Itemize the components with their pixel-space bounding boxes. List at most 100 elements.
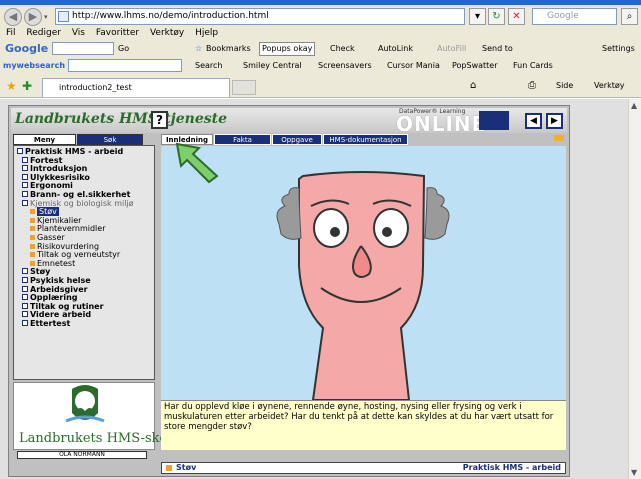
address-bar[interactable]: http://www.lhms.no/demo/introduction.htm… [55,8,465,25]
tab-oppgave[interactable]: Oppgave [272,134,322,145]
menu-edit[interactable]: Rediger [26,28,61,38]
back-button[interactable]: ◀ [4,8,22,26]
address-dropdown-icon[interactable]: ▾ [469,8,486,25]
menu-bar: Fil Rediger Vis Favoritter Verktøy Hjelp [0,27,641,40]
next-arrow-button[interactable]: ▶ [546,113,563,129]
expand-box-icon [22,294,28,301]
help-button[interactable]: ? [151,111,168,129]
expand-box-icon [17,148,23,154]
browser-tab-title: introduction2_test [59,83,132,92]
send-to-button[interactable]: Send to [482,40,513,58]
expand-box-icon [22,199,28,206]
tab-meny[interactable]: Meny [13,134,76,145]
browser-tab[interactable]: introduction2_test [42,78,230,97]
school-name: Landbrukets HMS-skole [19,431,180,446]
course-menu: Praktisk HMS - arbeid Fortest Introduksjon… [13,145,155,380]
menu-item-label: Ettertest [30,318,71,328]
tab-fakta[interactable]: Fakta [214,134,271,145]
expand-box-icon [22,302,28,309]
tab-hms-dokumentasjon[interactable]: HMS-dokumentasjon [323,134,408,145]
bookmarks-button[interactable]: Bookmarks [206,40,251,58]
app-status-bar: Støv Praktisk HMS - arbeid [161,462,566,474]
arrow-pointer-icon [175,142,219,184]
brand-title: Landbrukets HMS-tjeneste [15,111,227,127]
stop-icon[interactable]: ✕ [508,8,525,25]
prev-arrow-button[interactable]: ◀ [525,113,542,129]
status-course: Praktisk HMS - arbeid [462,463,561,472]
add-favorite-icon[interactable]: ✚ [22,79,32,93]
autolink-button[interactable]: AutoLink [378,40,413,58]
refresh-icon[interactable]: ↻ [488,8,505,25]
print-icon[interactable]: ⎙ [528,80,536,91]
expand-box-icon [22,165,28,172]
mywebsearch-input[interactable] [68,59,182,72]
caption-box: Har du opplevd kløe i øynene, rennende ø… [161,400,566,450]
google-search-input[interactable] [52,42,114,55]
screensavers-button[interactable]: Screensavers [318,58,372,74]
bullet-icon [30,243,35,249]
status-marker-icon [166,465,172,471]
expand-box-icon [22,190,28,197]
bullet-icon [30,260,35,266]
page-icon [58,11,69,22]
tab-strip: ★ ✚ introduction2_test ⌂ ⎙ Side Verktøy [0,74,641,98]
menu-view[interactable]: Vis [72,28,85,38]
favorites-star-icon[interactable]: ★ [6,79,17,93]
check-button[interactable]: Check [330,40,355,58]
expand-box-icon [22,285,28,292]
page-menu-button[interactable]: Side [556,81,573,90]
menu-tools[interactable]: Verktøy [150,28,184,38]
mywebsearch-toolbar: mywebsearch Search Smiley Central Screen… [0,58,641,74]
bullet-icon [30,252,35,258]
expand-box-icon [22,311,28,318]
forward-button[interactable]: ▶ [24,8,42,26]
brand-bar: Landbrukets HMS-tjeneste ? DataPower® Le… [11,108,567,136]
content-tabs: Innledning Fakta Oppgave HMS-dokumentasj… [161,134,566,145]
bullet-icon [30,217,35,223]
autofill-button[interactable]: AutoFill [437,40,466,58]
address-row: ◀ ▶ ▾ http://www.lhms.no/demo/introducti… [0,5,641,27]
expand-box-icon [22,319,28,326]
mywebsearch-search-button[interactable]: Search [195,58,222,74]
google-toolbar: Google Go ☆ Bookmarks Popups okay Check … [0,40,641,58]
expand-box-icon [22,156,28,163]
menu-help[interactable]: Hjelp [195,28,218,38]
cursor-mania-button[interactable]: Cursor Mania [387,58,440,74]
new-tab-button[interactable] [232,80,256,95]
vertical-scrollbar[interactable]: ▲ ▼ [628,99,641,479]
home-icon[interactable]: ⌂ [470,80,476,91]
expand-box-icon [22,182,28,189]
bullet-icon [30,234,35,240]
caption-text: Har du opplevd kløe i øynene, rennende ø… [164,402,554,432]
fun-cards-button[interactable]: Fun Cards [513,58,553,74]
tab-sok[interactable]: Søk [77,134,143,145]
left-tabs: Meny Søk [13,134,155,145]
man-face-illustration [276,171,450,400]
settings-button[interactable]: Settings [602,40,635,58]
popswatter-button[interactable]: PopSwatter [452,58,498,74]
pin-icon[interactable] [554,135,564,141]
tools-menu-button[interactable]: Verktøy [594,81,624,90]
search-input[interactable]: Google [532,8,617,25]
scroll-down-icon[interactable]: ▼ [631,468,637,477]
status-topic: Støv [176,463,197,472]
menu-file[interactable]: Fil [6,28,16,38]
google-go-button[interactable]: Go [118,40,129,58]
online-logo: ONLINE [396,112,487,136]
user-name: OLA NORMANN [17,451,147,459]
search-go-icon[interactable]: ⌕ [621,8,638,25]
bullet-icon [30,209,35,215]
popups-button[interactable]: Popups okay [259,42,316,56]
expand-box-icon [22,276,28,283]
google-logo: Google [5,42,49,55]
address-url: http://www.lhms.no/demo/introduction.htm… [72,11,269,21]
bullet-icon [30,226,35,232]
logo-bars [479,111,509,130]
menu-item[interactable]: Ettertest [17,318,151,329]
scroll-up-icon[interactable]: ▲ [631,101,637,110]
mywebsearch-logo: mywebsearch [3,61,66,70]
smiley-central-button[interactable]: Smiley Central [243,58,302,74]
menu-favorites[interactable]: Favoritter [96,28,139,38]
history-dropdown-icon[interactable]: ▾ [44,13,48,21]
app-frame: Landbrukets HMS-tjeneste ? DataPower® Le… [8,105,570,477]
